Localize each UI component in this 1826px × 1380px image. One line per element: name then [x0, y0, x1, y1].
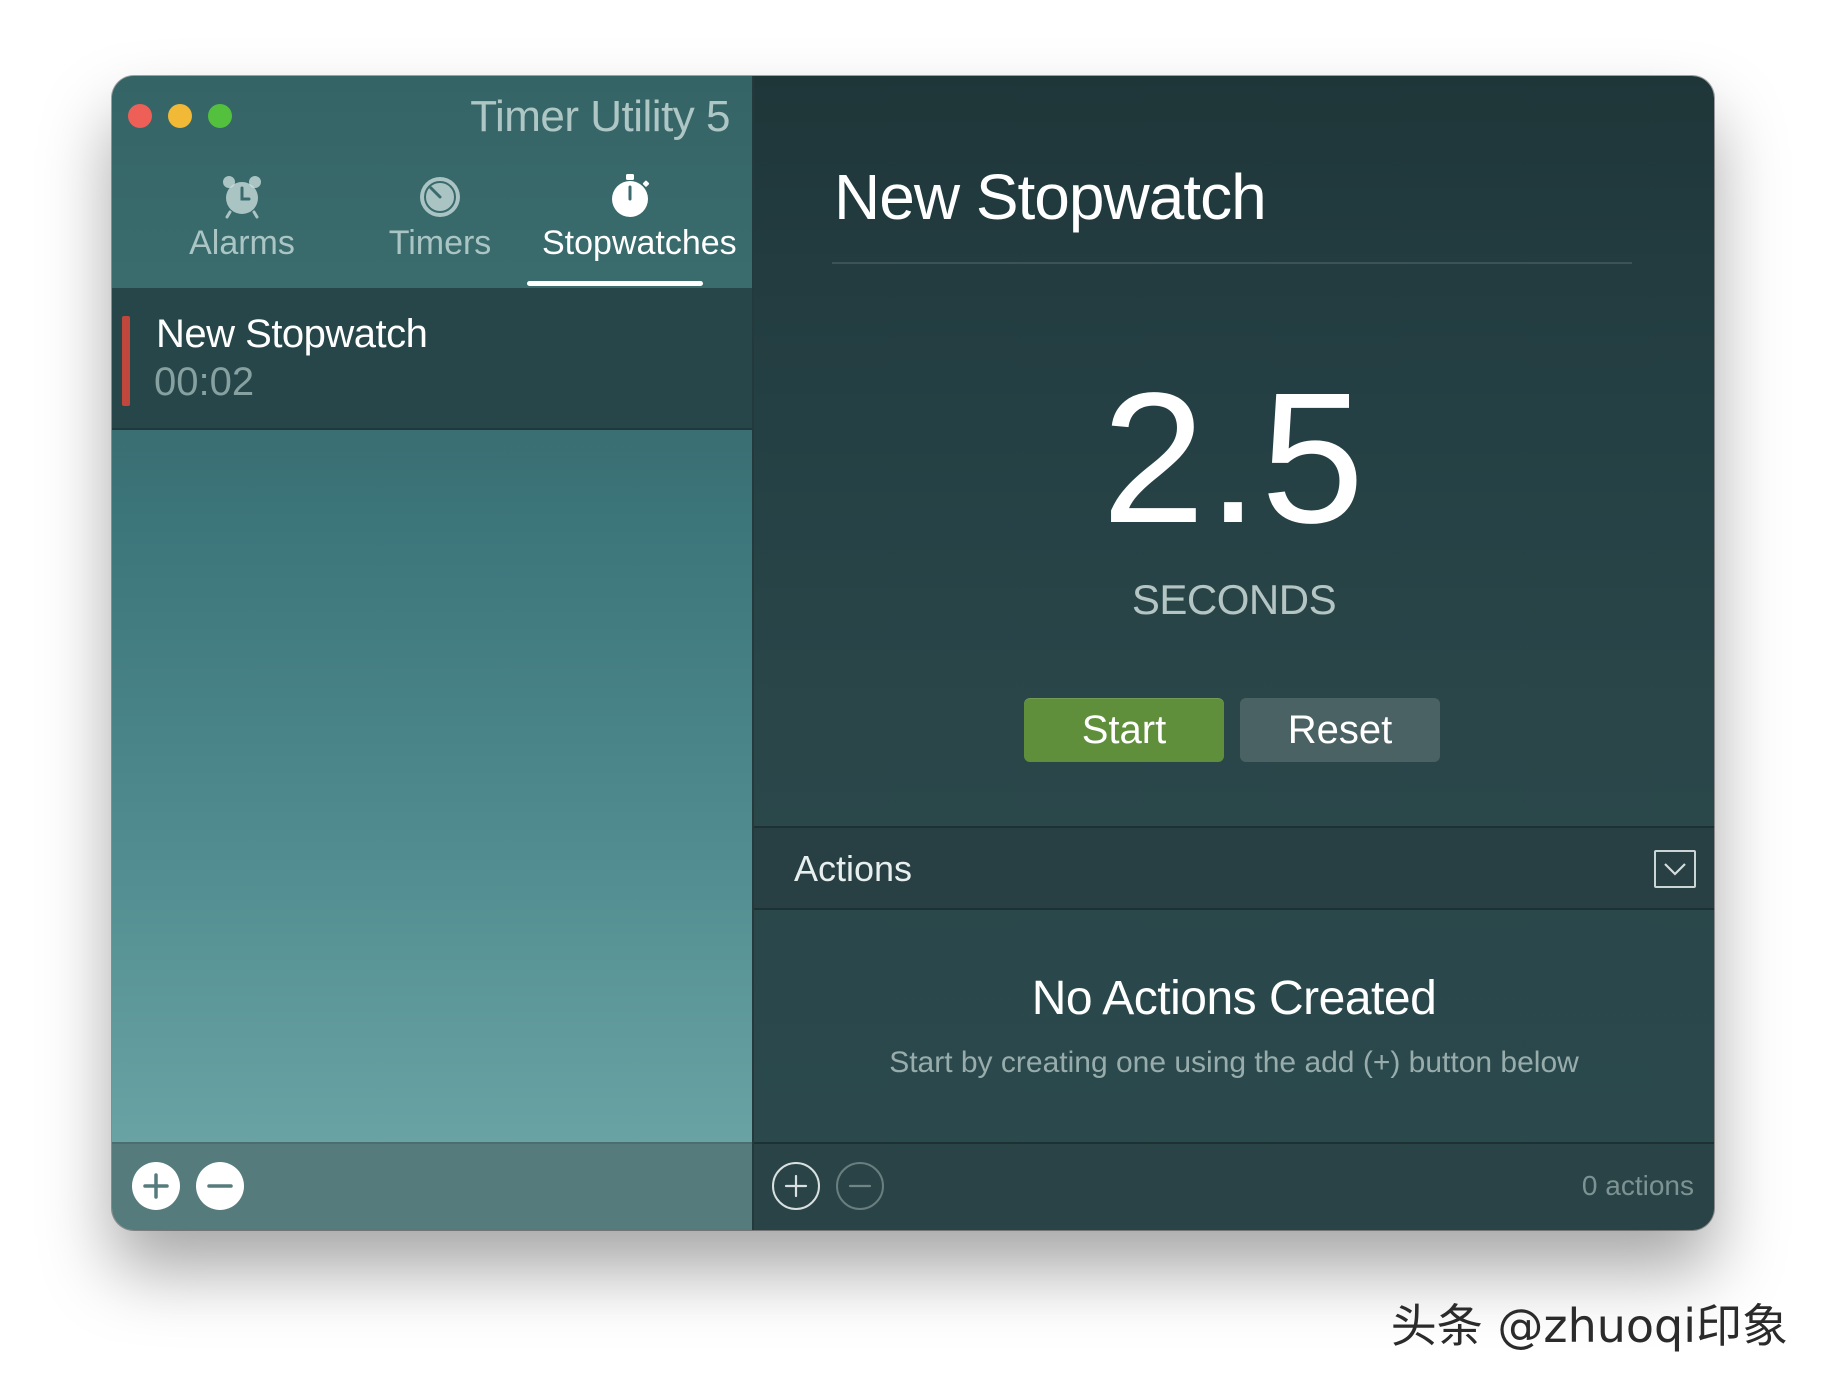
minus-icon [207, 1184, 233, 1188]
tab-bar: Alarms Timers Stopwatches [112, 172, 752, 288]
tab-stopwatches[interactable]: Stopwatches [542, 172, 737, 288]
app-title: Timer Utility 5 [470, 92, 730, 141]
reset-button[interactable]: Reset [1240, 698, 1440, 762]
minus-icon [848, 1184, 872, 1188]
remove-stopwatch-button[interactable] [196, 1162, 244, 1210]
title-divider [832, 262, 1632, 264]
tab-stopwatches-label: Stopwatches [542, 224, 737, 262]
empty-state-subtitle: Start by creating one using the add (+) … [889, 1046, 1579, 1079]
tab-timers[interactable]: Timers [340, 172, 540, 288]
add-action-button[interactable] [772, 1162, 820, 1210]
tab-alarms-label: Alarms [189, 224, 295, 262]
add-stopwatch-button[interactable] [132, 1162, 180, 1210]
remove-action-button[interactable] [836, 1162, 884, 1210]
sidebar: Timer Utility 5 Alarms Timers Stopwatche… [112, 76, 754, 1230]
watermark-text: 头条 @zhuoqi印象 [1390, 1299, 1788, 1353]
stopwatch-color-marker [122, 316, 130, 406]
close-window-button[interactable] [128, 104, 152, 128]
tab-timers-label: Timers [388, 224, 492, 262]
minimize-window-button[interactable] [168, 104, 192, 128]
titlebar: Timer Utility 5 Alarms Timers Stopwatche… [112, 76, 752, 288]
app-window: Timer Utility 5 Alarms Timers Stopwatche… [112, 76, 1714, 1230]
detail-panel: New Stopwatch 2.5 SECONDS Start Reset Ac… [754, 76, 1714, 1230]
window-controls [128, 104, 232, 128]
active-tab-indicator [527, 281, 703, 286]
tab-alarms[interactable]: Alarms [142, 172, 342, 288]
list-item[interactable]: New Stopwatch 00:02 [112, 288, 752, 430]
actions-header: Actions [754, 826, 1714, 910]
stopwatch-icon [612, 174, 650, 217]
actions-collapse-button[interactable] [1654, 850, 1696, 888]
elapsed-value: 2.5 [1101, 355, 1367, 562]
actions-footer: 0 actions [754, 1142, 1714, 1230]
sidebar-footer [112, 1142, 752, 1230]
stopwatch-name: New Stopwatch [156, 312, 428, 356]
empty-state-title: No Actions Created [1031, 972, 1437, 1025]
alarm-clock-icon [223, 176, 261, 219]
actions-count: 0 actions [1581, 1170, 1694, 1201]
maximize-window-button[interactable] [208, 104, 232, 128]
plus-icon [143, 1173, 169, 1199]
start-button[interactable]: Start [1024, 698, 1224, 762]
plus-icon [784, 1174, 808, 1198]
elapsed-unit: SECONDS [1131, 576, 1337, 623]
chevron-down-icon [1664, 863, 1686, 876]
actions-label: Actions [794, 848, 913, 889]
timer-icon [420, 177, 460, 217]
page-title: New Stopwatch [834, 161, 1267, 233]
stopwatch-time: 00:02 [154, 360, 255, 404]
